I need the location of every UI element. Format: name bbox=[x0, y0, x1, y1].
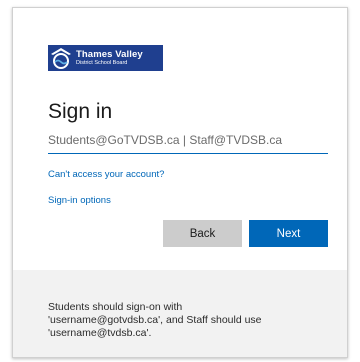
logo-line-1: Thames Valley bbox=[76, 48, 143, 60]
page-title: Sign in bbox=[48, 100, 113, 123]
next-button[interactable]: Next bbox=[249, 220, 328, 247]
tvdsb-logo-icon bbox=[48, 45, 74, 71]
logo-line-2: District School Board bbox=[76, 60, 128, 66]
logo-wordmark: Thames Valley District School Board bbox=[74, 48, 143, 67]
sign-in-options-link[interactable]: Sign-in options bbox=[48, 195, 111, 206]
sign-in-card: Thames Valley District School Board Sign… bbox=[12, 7, 348, 358]
organization-logo: Thames Valley District School Board bbox=[48, 45, 163, 71]
username-input[interactable] bbox=[48, 126, 328, 154]
sign-in-notice-panel: Students should sign-on with 'username@g… bbox=[13, 270, 347, 357]
back-button[interactable]: Back bbox=[163, 220, 242, 247]
sign-in-notice-text: Students should sign-on with 'username@g… bbox=[48, 301, 262, 339]
cant-access-account-link[interactable]: Can't access your account? bbox=[48, 169, 164, 180]
